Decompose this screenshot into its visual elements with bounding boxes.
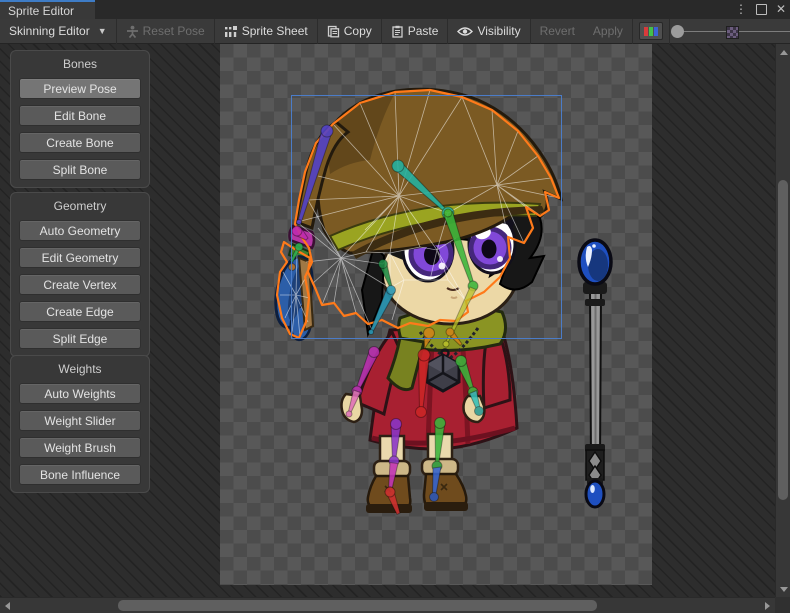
scroll-down-arrow[interactable] <box>780 587 788 592</box>
head <box>270 89 561 341</box>
create-vertex-button[interactable]: Create Vertex <box>19 274 141 295</box>
reset-pose-button[interactable]: Reset Pose <box>117 19 214 44</box>
vertical-scrollbar[interactable] <box>775 44 790 597</box>
weight-slider-button[interactable]: Weight Slider <box>19 410 141 431</box>
titlebar: Sprite Editor ⋮ ✕ <box>0 0 790 19</box>
window-menu-icon[interactable]: ⋮ <box>735 1 747 18</box>
skinning-canvas[interactable]: Bones Preview Pose Edit Bone Create Bone… <box>0 44 775 597</box>
visibility-eye-icon <box>457 26 473 37</box>
paste-icon <box>391 25 404 38</box>
staff-sprite <box>579 240 611 507</box>
horizontal-scroll-thumb[interactable] <box>118 600 597 611</box>
sprite-editor-window: Sprite Editor ⋮ ✕ Skinning Editor ▼ Rese… <box>0 0 790 613</box>
vertical-scroll-thumb[interactable] <box>778 180 788 500</box>
horizontal-scrollbar[interactable] <box>0 597 775 613</box>
panel-title: Weights <box>11 356 149 383</box>
copy-button[interactable]: Copy <box>318 19 381 44</box>
sprite-sheet-button[interactable]: Sprite Sheet <box>215 19 317 44</box>
close-icon[interactable]: ✕ <box>776 1 786 18</box>
panel-weights: Weights Auto Weights Weight Slider Weigh… <box>10 355 150 493</box>
unity-cube-pendant <box>427 355 459 391</box>
skinning-editor-dropdown[interactable]: Skinning Editor ▼ <box>0 19 116 44</box>
split-bone-button[interactable]: Split Bone <box>19 159 141 180</box>
slider-knob[interactable] <box>671 25 684 38</box>
create-bone-button[interactable]: Create Bone <box>19 132 141 153</box>
character-sprite <box>270 89 561 513</box>
scroll-left-arrow[interactable] <box>5 602 10 610</box>
sprite-sheet-icon <box>224 25 238 38</box>
auto-weights-button[interactable]: Auto Weights <box>19 383 141 404</box>
reset-pose-icon <box>126 25 139 38</box>
alpha-slider <box>670 19 790 44</box>
toolbar: Skinning Editor ▼ Reset Pose Sprite Shee… <box>0 19 790 44</box>
chevron-down-icon: ▼ <box>98 26 107 36</box>
edit-geometry-button[interactable]: Edit Geometry <box>19 247 141 268</box>
panel-title: Geometry <box>11 193 149 220</box>
revert-button[interactable]: Revert <box>531 19 584 44</box>
bone-influence-button[interactable]: Bone Influence <box>19 464 141 485</box>
weight-brush-button[interactable]: Weight Brush <box>19 437 141 458</box>
auto-geometry-button[interactable]: Auto Geometry <box>19 220 141 241</box>
tab-sprite-editor[interactable]: Sprite Editor <box>0 0 95 19</box>
panel-geometry: Geometry Auto Geometry Edit Geometry Cre… <box>10 192 150 357</box>
panel-title: Bones <box>11 51 149 78</box>
create-edge-button[interactable]: Create Edge <box>19 301 141 322</box>
maximize-icon[interactable] <box>756 4 767 15</box>
preview-pose-button[interactable]: Preview Pose <box>19 78 141 99</box>
split-edge-button[interactable]: Split Edge <box>19 328 141 349</box>
copy-icon <box>327 25 340 38</box>
tab-title: Sprite Editor <box>8 4 74 18</box>
edit-bone-button[interactable]: Edit Bone <box>19 105 141 126</box>
scrollbar-corner <box>775 597 790 613</box>
feather-ornament <box>270 226 318 341</box>
paste-button[interactable]: Paste <box>382 19 448 44</box>
apply-button[interactable]: Apply <box>584 19 632 44</box>
rgb-channels-button[interactable] <box>639 22 663 40</box>
sprite-preview-icon <box>726 26 739 39</box>
scroll-right-arrow[interactable] <box>765 602 770 610</box>
panel-bones: Bones Preview Pose Edit Bone Create Bone… <box>10 50 150 188</box>
scroll-up-arrow[interactable] <box>780 50 788 55</box>
visibility-button[interactable]: Visibility <box>448 19 529 44</box>
